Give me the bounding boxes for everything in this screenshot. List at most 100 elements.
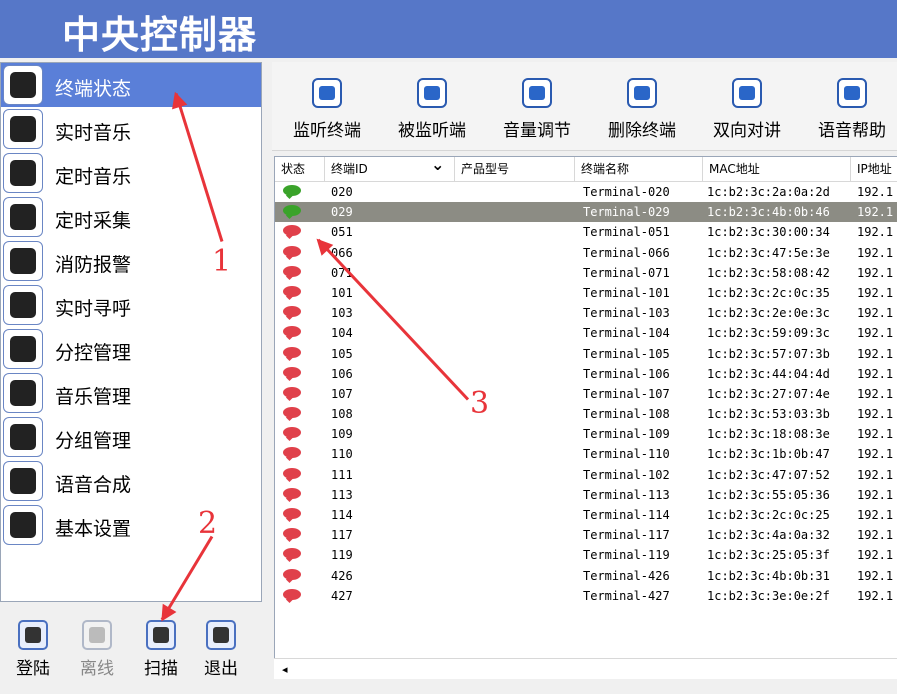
cell-name: Terminal-029 [583,205,670,220]
sidebar-item-label: 消防报警 [55,254,132,276]
cell-id: 101 [331,285,353,300]
cell-name: Terminal-427 [583,588,670,603]
status-offline-icon [283,285,301,297]
cell-ip: 192.1 [857,205,894,220]
sidebar-item-7[interactable]: 音乐管理 [1,371,261,415]
cell-ip: 192.1 [857,185,894,199]
table-row[interactable]: 111 Terminal-102 1c:b2:3c:47:07:52 192.1 [275,465,897,485]
bottom-button-0[interactable]: 登陆 [8,620,58,679]
toolbar-button-5[interactable]: 语音帮助 [807,78,897,141]
table-row[interactable]: 427 Terminal-427 1c:b2:3c:3e:0e:2f 192.1 [275,586,897,606]
table-row[interactable]: 107 Terminal-107 1c:b2:3c:27:07:4e 192.1 [275,384,897,404]
cell-mac: 1c:b2:3c:18:08:3e [707,427,830,442]
icon-glyph [739,86,755,100]
cell-mac: 1c:b2:3c:47:07:52 [707,467,830,482]
table-row[interactable]: 119 Terminal-119 1c:b2:3c:25:05:3f 192.1 [275,545,897,565]
cell-name: Terminal-104 [583,326,670,341]
column-header-3[interactable]: 终端名称 [575,157,703,181]
cell-mac: 1c:b2:3c:4b:0b:46 [707,205,830,220]
cell-id: 113 [331,487,353,502]
table-header: 状态 终端ID 产品型号 终端名称 MAC地址 IP地址 ⌄ [275,157,897,182]
table-row[interactable]: 113 Terminal-113 1c:b2:3c:55:05:36 192.1 [275,485,897,505]
table-row[interactable]: 071 Terminal-071 1c:b2:3c:58:08:42 192.1 [275,263,897,283]
icon-glyph [844,86,860,100]
sidebar-item-label: 实时音乐 [55,122,132,144]
icon-glyph [634,86,650,100]
table-row[interactable]: 103 Terminal-103 1c:b2:3c:2e:0e:3c 192.1 [275,303,897,323]
column-header-2[interactable]: 产品型号 [455,157,575,181]
table-body: 020 Terminal-020 1c:b2:3c:2a:0a:2d 192.1 029… [275,182,897,606]
cell-name: Terminal-108 [583,407,670,422]
horizontal-scrollbar[interactable]: ◂ [274,658,897,679]
table-row[interactable]: 066 Terminal-066 1c:b2:3c:47:5e:3e 192.1 [275,243,897,263]
status-offline-icon [283,306,301,318]
sidebar-item-0[interactable]: 终端状态 [1,63,261,107]
group-icon [3,417,43,457]
cell-name: Terminal-117 [583,528,670,543]
icon-glyph [10,336,36,362]
cell-ip: 192.1 [857,265,894,280]
cell-id: 119 [331,548,353,563]
sidebar-item-3[interactable]: 定时采集 [1,195,261,239]
main-panel: 监听终端 被监听端 音量调节 删除终端 双向对讲 语音帮助 状态 终端ID 产品型号 终端名称 M… [272,62,897,694]
cell-name: Terminal-426 [583,568,670,583]
voice-synthesis-icon [3,461,43,501]
sidebar-item-label: 定时采集 [55,210,132,232]
cell-id: 104 [331,326,353,341]
sidebar-item-6[interactable]: 分控管理 [1,327,261,371]
status-offline-icon [283,447,301,459]
sort-dropdown-icon[interactable]: ⌄ [431,157,444,174]
table-row[interactable]: 110 Terminal-110 1c:b2:3c:1b:0b:47 192.1 [275,444,897,464]
table-row[interactable]: 020 Terminal-020 1c:b2:3c:2a:0a:2d 192.1 [275,182,897,202]
cell-id: 117 [331,528,353,543]
toolbar-button-3[interactable]: 删除终端 [597,78,687,141]
table-row[interactable]: 104 Terminal-104 1c:b2:3c:59:09:3c 192.1 [275,323,897,343]
table-row[interactable]: 108 Terminal-108 1c:b2:3c:53:03:3b 192.1 [275,404,897,424]
bottom-action-bar: 登陆 离线 扫描 退出 [0,604,262,694]
status-offline-icon [283,568,301,580]
cell-name: Terminal-114 [583,508,670,522]
icon-glyph [424,86,440,100]
scroll-left-arrow-icon[interactable]: ◂ [282,663,288,676]
sidebar-item-10[interactable]: 基本设置 [1,503,261,547]
bottom-button-2[interactable]: 扫描 [136,620,186,679]
sidebar-item-9[interactable]: 语音合成 [1,459,261,503]
cell-mac: 1c:b2:3c:4b:0b:31 [707,568,830,583]
toolbar-button-label: 监听终端 [293,121,361,141]
toolbar-button-2[interactable]: 音量调节 [492,78,582,141]
sidebar-item-2[interactable]: 定时音乐 [1,151,261,195]
cell-mac: 1c:b2:3c:58:08:42 [707,265,830,280]
table-row[interactable]: 029 Terminal-029 1c:b2:3c:4b:0b:46 192.1 [275,202,897,223]
icon-glyph [89,627,105,643]
monitor-terminal-icon [312,78,342,108]
cell-mac: 1c:b2:3c:59:09:3c [707,326,830,341]
sidebar-item-1[interactable]: 实时音乐 [1,107,261,151]
bottom-button-3[interactable]: 退出 [196,620,246,679]
cell-name: Terminal-113 [583,487,670,502]
table-row[interactable]: 114 Terminal-114 1c:b2:3c:2c:0c:25 192.1 [275,505,897,525]
column-header-0[interactable]: 状态 [275,157,325,181]
table-row[interactable]: 109 Terminal-109 1c:b2:3c:18:08:3e 192.1 [275,424,897,444]
sidebar: 终端状态实时音乐定时音乐定时采集消防报警实时寻呼 分控管理 音乐管理 分组管理 语音合成… [0,62,262,602]
toolbar-button-4[interactable]: 双向对讲 [702,78,792,141]
sidebar-item-5[interactable]: 实时寻呼 [1,283,261,327]
table-row[interactable]: 106 Terminal-106 1c:b2:3c:44:04:4d 192.1 [275,364,897,384]
table-row[interactable]: 105 Terminal-105 1c:b2:3c:57:07:3b 192.1 [275,344,897,364]
bottom-button-label: 退出 [204,659,238,679]
cell-mac: 1c:b2:3c:27:07:4e [707,386,830,401]
status-offline-icon [283,245,301,257]
icon-glyph [10,292,36,318]
table-row[interactable]: 051 Terminal-051 1c:b2:3c:30:00:34 192.1 [275,222,897,242]
cell-ip: 192.1 [857,548,894,563]
terminal-table: 状态 终端ID 产品型号 终端名称 MAC地址 IP地址 ⌄ 020 Terminal-020… [274,156,897,677]
cell-id: 427 [331,588,353,603]
column-header-5[interactable]: IP地址 [851,157,897,181]
column-header-4[interactable]: MAC地址 [703,157,851,181]
toolbar-button-0[interactable]: 监听终端 [282,78,372,141]
sidebar-item-8[interactable]: 分组管理 [1,415,261,459]
table-row[interactable]: 117 Terminal-117 1c:b2:3c:4a:0a:32 192.1 [275,525,897,545]
table-row[interactable]: 426 Terminal-426 1c:b2:3c:4b:0b:31 192.1 [275,566,897,586]
offline-user-icon [82,620,112,650]
toolbar-button-1[interactable]: 被监听端 [387,78,477,141]
cell-mac: 1c:b2:3c:2e:0e:3c [707,306,830,321]
